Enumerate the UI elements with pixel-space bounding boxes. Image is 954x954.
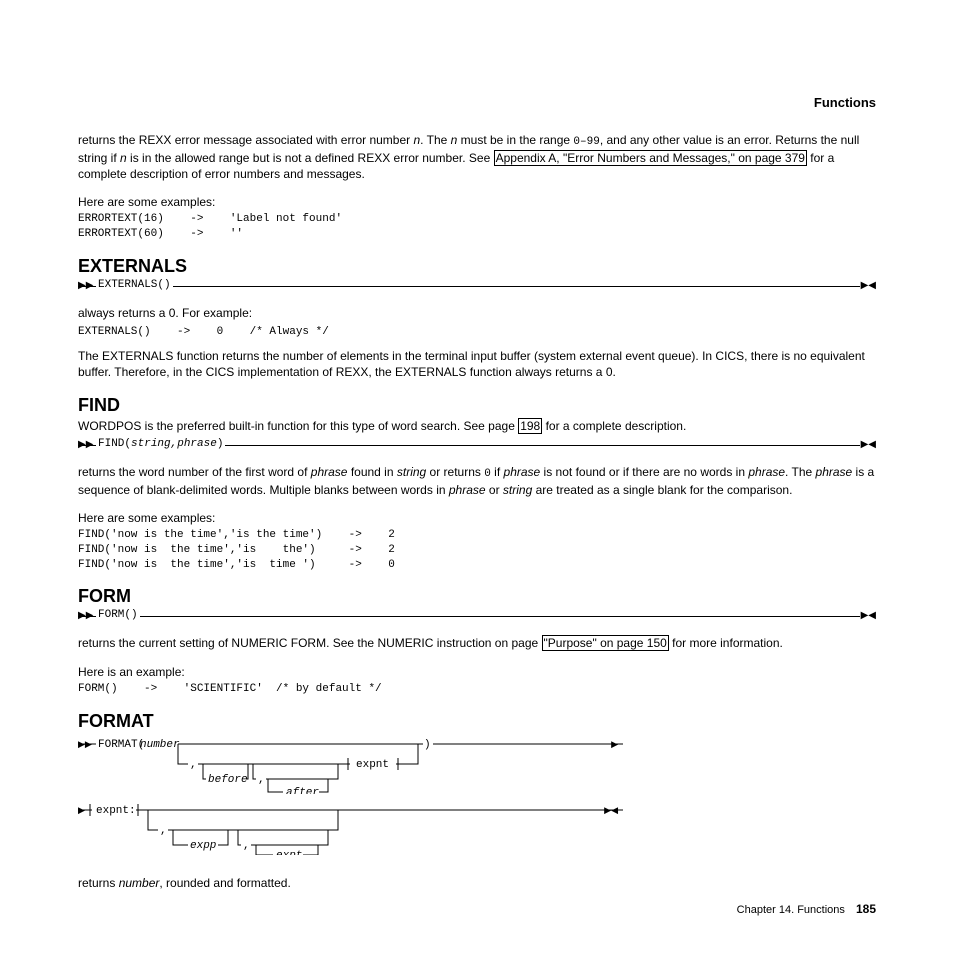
externals-desc2: The EXTERNALS function returns the numbe… bbox=[78, 348, 876, 380]
example-lead: Here is an example: bbox=[78, 664, 876, 680]
svg-text:▶◀: ▶◀ bbox=[604, 805, 618, 815]
svg-text:▶: ▶ bbox=[78, 805, 85, 815]
externals-heading: EXTERNALS bbox=[78, 256, 876, 277]
form-syntax-text: FORM() bbox=[96, 609, 140, 621]
page-footer: Chapter 14. Functions 185 bbox=[737, 902, 876, 916]
format-heading: FORMAT bbox=[78, 711, 876, 732]
find-syntax: ▶▶ FIND(string,phrase) ▶◀ bbox=[78, 438, 876, 452]
page-number: 185 bbox=[856, 902, 876, 916]
intro-text: returns the REXX error message associate… bbox=[78, 133, 413, 147]
svg-text:number: number bbox=[140, 739, 180, 751]
find-desc2: returns the word number of the first wor… bbox=[78, 464, 876, 498]
svg-text:▶▶: ▶▶ bbox=[78, 739, 92, 749]
svg-text:,: , bbox=[160, 825, 167, 837]
intro-range: 0–99 bbox=[573, 136, 599, 148]
find-heading: FIND bbox=[78, 395, 876, 416]
form-syntax: ▶▶ FORM() ▶◀ bbox=[78, 609, 876, 623]
intro-text: is in the allowed range but is not a def… bbox=[127, 151, 494, 165]
svg-text:expp: expp bbox=[190, 840, 216, 852]
find-desc-text: WORDPOS is the preferred built-in functi… bbox=[78, 419, 518, 433]
svg-text:expnt:: expnt: bbox=[96, 805, 136, 817]
intro-paragraph: returns the REXX error message associate… bbox=[78, 132, 876, 182]
rail-end-icon: ▶◀ bbox=[860, 610, 876, 621]
examples-lead: Here are some examples: bbox=[78, 510, 876, 526]
rail-end-icon: ▶◀ bbox=[860, 280, 876, 291]
format-syntax-diagram-1: ▶▶ ▶ FORMAT( number ) , , before , after… bbox=[78, 734, 623, 794]
externals-desc1: always returns a 0. For example: bbox=[78, 305, 876, 321]
page-header: Functions bbox=[78, 95, 876, 110]
rail-end-icon: ▶◀ bbox=[860, 439, 876, 450]
svg-text:expnt: expnt bbox=[356, 759, 389, 771]
svg-text:FORMAT(: FORMAT( bbox=[98, 739, 144, 751]
format-desc: returns number, rounded and formatted. bbox=[78, 875, 876, 891]
find-code: FIND('now is the time','is the time') ->… bbox=[78, 528, 876, 573]
svg-text:,: , bbox=[258, 774, 265, 786]
svg-text:▶: ▶ bbox=[611, 739, 618, 749]
svg-text:before: before bbox=[208, 774, 248, 786]
intro-var-n3: n bbox=[120, 151, 127, 165]
svg-text:,: , bbox=[190, 759, 197, 771]
svg-text:expt: expt bbox=[276, 850, 302, 855]
intro-text: must be in the range bbox=[457, 133, 573, 147]
find-desc-text: for a complete description. bbox=[542, 419, 686, 433]
svg-text:): ) bbox=[424, 739, 431, 751]
format-syntax-diagram-2: ▶ ▶◀ expnt: , expp , expt bbox=[78, 800, 623, 855]
find-page-link[interactable]: 198 bbox=[518, 418, 542, 434]
find-syntax-text: FIND(string,phrase) bbox=[96, 438, 225, 450]
find-desc1: WORDPOS is the preferred built-in functi… bbox=[78, 418, 876, 434]
chapter-label: Chapter 14. Functions bbox=[737, 904, 845, 916]
form-purpose-link[interactable]: "Purpose" on page 150 bbox=[542, 635, 669, 651]
externals-syntax: ▶▶ EXTERNALS() ▶◀ bbox=[78, 279, 876, 293]
examples-lead: Here are some examples: bbox=[78, 194, 876, 210]
externals-syntax-text: EXTERNALS() bbox=[96, 279, 173, 291]
appendix-link[interactable]: Appendix A, "Error Numbers and Messages,… bbox=[494, 150, 807, 166]
form-code: FORM() -> 'SCIENTIFIC' /* by default */ bbox=[78, 682, 876, 697]
externals-code: EXTERNALS() -> 0 /* Always */ bbox=[78, 325, 876, 340]
form-heading: FORM bbox=[78, 586, 876, 607]
errortext-code: ERRORTEXT(16) -> 'Label not found' ERROR… bbox=[78, 212, 876, 242]
svg-text:,: , bbox=[243, 840, 250, 852]
intro-text: . The bbox=[420, 133, 450, 147]
form-desc: returns the current setting of NUMERIC F… bbox=[78, 635, 876, 651]
svg-text:after: after bbox=[286, 787, 319, 794]
